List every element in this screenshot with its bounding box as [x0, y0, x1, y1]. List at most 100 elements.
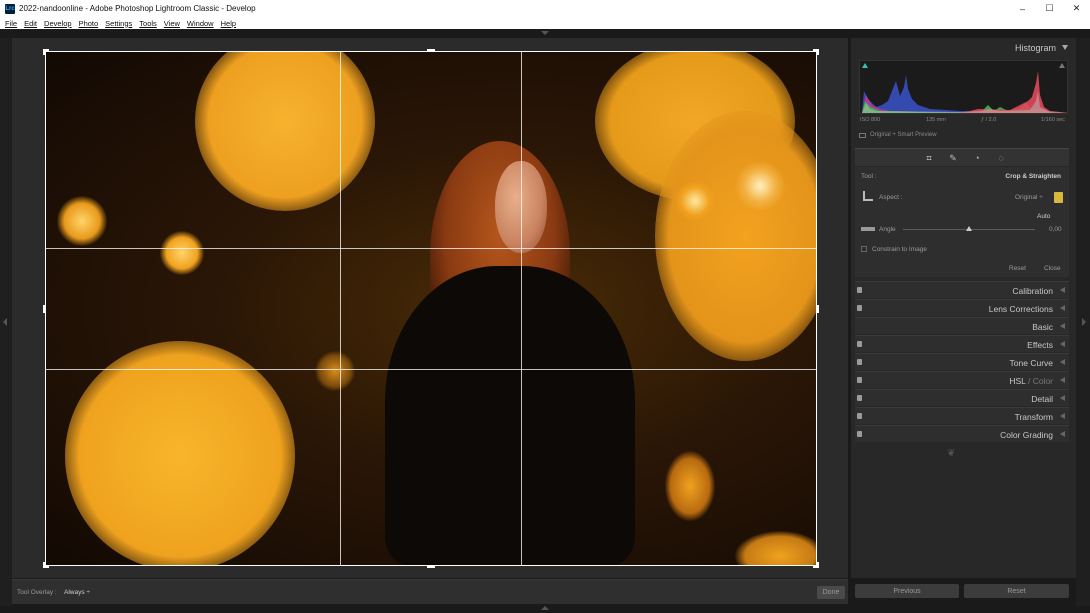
crop-handle-bottom[interactable] — [427, 566, 435, 568]
menu-develop[interactable]: Develop — [44, 19, 72, 28]
crop-handle-top-right[interactable] — [817, 49, 819, 55]
red-eye-icon[interactable]: ◔ — [971, 152, 983, 164]
histogram-title: Histogram — [1014, 43, 1056, 53]
menu-photo[interactable]: Photo — [79, 19, 99, 28]
angle-value[interactable]: 0,00 — [1049, 226, 1062, 233]
crop-grid-line — [45, 369, 817, 370]
tool-name: Crop & Straighten — [1005, 173, 1061, 180]
panel-switch-icon[interactable] — [857, 341, 862, 347]
smart-preview-icon — [859, 132, 866, 138]
menu-help[interactable]: Help — [221, 19, 236, 28]
healing-brush-icon[interactable]: ✎ — [947, 152, 959, 164]
crop-handle-top[interactable] — [427, 49, 435, 51]
expand-filmstrip-arrow-icon[interactable] — [541, 606, 549, 610]
crop-handle-right[interactable] — [817, 305, 819, 313]
panel-label: Effects — [1027, 340, 1053, 350]
panel-switch-icon[interactable] — [857, 431, 862, 437]
highlight-clip-icon[interactable] — [1059, 63, 1065, 68]
color-label[interactable]: Color — [1033, 376, 1053, 386]
panel-switch-icon[interactable] — [857, 377, 862, 383]
crop-tool-icon[interactable]: ⌗ — [923, 152, 935, 164]
develop-toolbar: Tool Overlay : Always ÷ Done — [12, 579, 848, 604]
panel-switch-icon[interactable] — [857, 287, 862, 293]
crop-frame[interactable] — [45, 51, 817, 566]
angle-slider-thumb[interactable] — [966, 226, 972, 231]
crop-handle-bottom-right[interactable] — [817, 562, 819, 568]
tool-overlay-select[interactable]: Always ÷ — [64, 589, 90, 596]
panel-end-ornament-icon: ❦ — [947, 448, 956, 459]
expand-arrow-icon[interactable] — [1060, 305, 1065, 311]
histogram-graph[interactable] — [859, 60, 1068, 114]
shutter-info: 1/160 sec — [1041, 117, 1065, 123]
panel-tone-curve[interactable]: Tone Curve — [855, 353, 1069, 370]
auto-button[interactable]: Auto — [1037, 213, 1050, 220]
straighten-ruler-icon[interactable] — [861, 227, 875, 231]
minimize-button[interactable]: – — [1009, 0, 1036, 17]
hsl-label[interactable]: HSL — [1009, 376, 1025, 386]
menu-window[interactable]: Window — [187, 19, 214, 28]
expand-left-arrow-icon[interactable] — [3, 318, 7, 326]
window-title: 2022-nandoonline - Adobe Photoshop Light… — [19, 4, 256, 13]
panel-label-hsl: HSL / Color — [1009, 376, 1053, 386]
iso-info: ISO 800 — [860, 117, 881, 123]
expand-arrow-icon[interactable] — [1060, 341, 1065, 347]
expand-arrow-icon[interactable] — [1060, 395, 1065, 401]
expand-arrow-icon[interactable] — [1060, 287, 1065, 293]
panel-label: Tone Curve — [1009, 358, 1053, 368]
aspect-select[interactable]: Original ÷ — [1015, 194, 1043, 201]
title-bar: Lrc 2022-nandoonline - Adobe Photoshop L… — [0, 0, 1090, 17]
panel-calibration[interactable]: Calibration — [855, 281, 1069, 298]
crop-close-button[interactable]: Close — [1044, 265, 1061, 272]
panel-switch-icon[interactable] — [857, 413, 862, 419]
panel-transform[interactable]: Transform — [855, 407, 1069, 424]
hsl-separator: / — [1025, 376, 1033, 386]
menu-tools[interactable]: Tools — [139, 19, 157, 28]
expand-arrow-icon[interactable] — [1060, 413, 1065, 419]
crop-grid-line — [521, 51, 522, 566]
close-window-button[interactable]: ✕ — [1063, 0, 1090, 17]
crop-reset-button[interactable]: Reset — [1009, 265, 1026, 272]
panel-label: Calibration — [1012, 286, 1053, 296]
done-button[interactable]: Done — [817, 586, 845, 599]
aperture-info: ƒ / 2.0 — [981, 117, 997, 123]
collapse-triangle-icon[interactable] — [1062, 45, 1068, 50]
smart-preview-status[interactable]: Original + Smart Preview — [859, 132, 937, 138]
expand-arrow-icon[interactable] — [1060, 323, 1065, 329]
crop-frame-icon[interactable] — [863, 191, 873, 201]
panel-hsl-color[interactable]: HSL / Color — [855, 371, 1069, 388]
expand-arrow-icon[interactable] — [1060, 377, 1065, 383]
panel-lens-corrections[interactable]: Lens Corrections — [855, 299, 1069, 316]
lightroom-app-icon: Lrc — [5, 3, 15, 14]
shadow-clip-icon[interactable] — [862, 63, 868, 68]
menu-edit[interactable]: Edit — [24, 19, 37, 28]
histogram-header[interactable]: Histogram — [851, 38, 1076, 58]
constrain-label: Constrain to Image — [872, 246, 927, 253]
panel-switch-icon[interactable] — [857, 359, 862, 365]
crop-handle-bottom-left[interactable] — [43, 562, 45, 568]
crop-handle-left[interactable] — [43, 305, 45, 313]
collapse-right-arrow-icon[interactable] — [1082, 318, 1086, 326]
panel-switch-icon[interactable] — [857, 305, 862, 311]
menu-view[interactable]: View — [164, 19, 180, 28]
panel-color-grading[interactable]: Color Grading — [855, 425, 1069, 442]
lock-icon[interactable] — [1054, 192, 1063, 203]
panel-detail[interactable]: Detail — [855, 389, 1069, 406]
panel-switch-icon[interactable] — [857, 395, 862, 401]
expand-arrow-icon[interactable] — [1060, 431, 1065, 437]
menu-settings[interactable]: Settings — [105, 19, 132, 28]
menu-bar: File Edit Develop Photo Settings Tools V… — [0, 17, 1090, 29]
constrain-checkbox[interactable] — [861, 246, 867, 252]
crop-handle-top-left[interactable] — [43, 49, 45, 55]
expand-arrow-icon[interactable] — [1060, 359, 1065, 365]
maximize-button[interactable]: ☐ — [1036, 0, 1063, 17]
crop-grid-line — [45, 248, 817, 249]
previous-button[interactable]: Previous — [855, 584, 959, 598]
panel-label: Color Grading — [1000, 430, 1053, 440]
reset-button[interactable]: Reset — [964, 584, 1069, 598]
panel-effects[interactable]: Effects — [855, 335, 1069, 352]
aspect-label: Aspect : — [879, 194, 903, 201]
masking-icon[interactable]: ◌ — [995, 152, 1007, 164]
collapse-top-arrow-icon[interactable] — [541, 31, 549, 35]
menu-file[interactable]: File — [5, 19, 17, 28]
panel-basic[interactable]: Basic — [855, 317, 1069, 334]
